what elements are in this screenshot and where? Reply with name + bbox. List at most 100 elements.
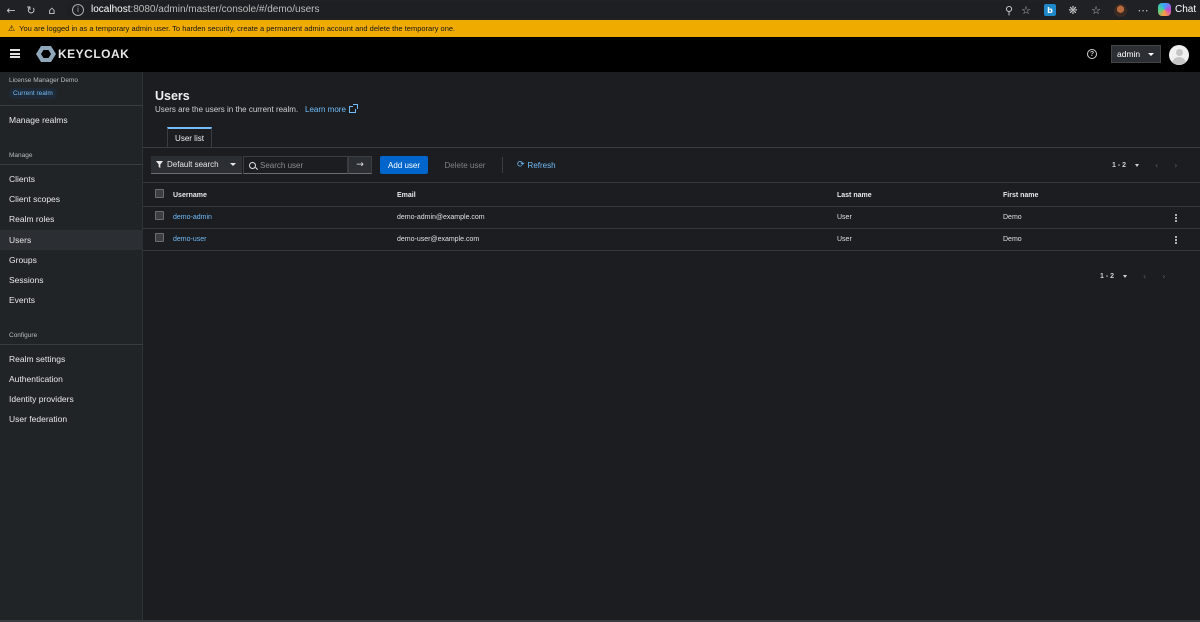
toolbar-divider — [502, 157, 503, 173]
table-header-divider — [143, 206, 1200, 207]
next-page-icon[interactable]: › — [1162, 272, 1165, 281]
table-row-divider — [143, 228, 1200, 229]
chat-label: Chat — [1175, 4, 1197, 15]
first-name-cell: Demo — [1003, 236, 1022, 243]
select-all-checkbox[interactable] — [155, 189, 164, 198]
sidebar-divider — [0, 164, 143, 165]
row-actions-kebab-icon[interactable] — [1174, 236, 1178, 245]
chevron-down-icon[interactable] — [1123, 274, 1128, 278]
sidebar-item-events[interactable]: Events — [0, 290, 143, 310]
browser-toolbar: ← ↻ ⌂ i localhost:8080/admin/master/cons… — [0, 0, 1200, 20]
sidebar-divider — [0, 344, 143, 345]
sidebar-divider — [0, 105, 143, 106]
row-actions-kebab-icon[interactable] — [1174, 214, 1178, 223]
temporary-admin-warning: ⚠ You are logged in as a temporary admin… — [0, 20, 1200, 37]
page-description: Users are the users in the current realm… — [155, 105, 299, 114]
user-menu-dropdown[interactable]: admin — [1111, 45, 1161, 63]
home-icon[interactable]: ⌂ — [41, 0, 63, 20]
masthead: KEYCLOAK ? admin — [0, 37, 1200, 72]
main-content: Users Users are the users in the current… — [143, 72, 1200, 620]
logo-text: KEYCLOAK — [58, 47, 130, 61]
username-link[interactable]: demo-admin — [173, 214, 212, 221]
sidebar-item-sessions[interactable]: Sessions — [0, 270, 143, 290]
table-row-divider — [143, 250, 1200, 251]
favorites-icon[interactable]: ☆ — [1089, 0, 1103, 20]
delete-user-button[interactable]: Delete user — [436, 156, 494, 174]
sidebar-item-user-federation[interactable]: User federation — [0, 409, 143, 429]
extensions-puzzle-icon[interactable]: ❋ — [1066, 0, 1080, 20]
row-checkbox[interactable] — [155, 233, 164, 242]
add-user-button[interactable]: Add user — [380, 156, 428, 174]
arrow-right-icon: → — [356, 160, 364, 170]
row-checkbox[interactable] — [155, 211, 164, 220]
more-icon[interactable]: ⋯ — [1136, 0, 1150, 20]
chevron-down-icon — [230, 163, 236, 166]
table-divider — [143, 182, 1200, 183]
zoom-icon[interactable]: ⚲ — [1002, 0, 1016, 20]
sidebar-item-groups[interactable]: Groups — [0, 250, 143, 270]
search-field[interactable] — [243, 156, 348, 174]
url-path: :8080/admin/master/console/#/demo/users — [130, 4, 320, 15]
back-icon[interactable]: ← — [0, 0, 22, 20]
site-info-icon[interactable]: i — [72, 3, 84, 16]
column-header-email: Email — [397, 192, 416, 199]
copilot-chat-button[interactable]: Chat — [1158, 1, 1196, 18]
sidebar-item-clients[interactable]: Clients — [0, 169, 143, 189]
email-cell: demo-user@example.com — [397, 236, 480, 243]
pagination-top: 1 - 2 ‹ › — [1112, 158, 1177, 172]
column-header-last-name: Last name — [837, 192, 872, 199]
tabs-divider — [143, 147, 1200, 148]
learn-more-label: Learn more — [305, 105, 346, 114]
user-menu-label: admin — [1117, 49, 1141, 59]
copilot-icon — [1158, 3, 1171, 16]
favorite-star-icon[interactable]: ☆ — [1019, 0, 1033, 20]
current-realm-badge: Current realm — [9, 88, 57, 99]
last-name-cell: User — [837, 236, 852, 243]
refresh-icon: ⟳ — [517, 160, 525, 170]
search-submit-button[interactable]: → — [348, 156, 372, 174]
warning-icon: ⚠ — [8, 24, 16, 33]
refresh-button[interactable]: ⟳ Refresh — [517, 156, 556, 174]
search-type-dropdown[interactable]: Default search — [151, 156, 242, 174]
reload-icon[interactable]: ↻ — [20, 0, 42, 20]
last-name-cell: User — [837, 214, 852, 221]
chevron-down-icon — [1148, 53, 1154, 56]
sidebar-item-realm-roles[interactable]: Realm roles — [0, 209, 143, 229]
first-name-cell: Demo — [1003, 214, 1022, 221]
sidebar-heading-configure: Configure — [9, 332, 38, 339]
sidebar-item-authentication[interactable]: Authentication — [0, 369, 143, 389]
sidebar: License Manager Demo Current realm Manag… — [0, 72, 143, 620]
search-input[interactable] — [260, 160, 345, 170]
url-host: localhost — [91, 4, 131, 15]
search-type-label: Default search — [167, 160, 219, 169]
sidebar-item-realm-settings[interactable]: Realm settings — [0, 349, 143, 369]
column-header-first-name: First name — [1003, 192, 1039, 199]
user-avatar[interactable] — [1169, 45, 1189, 65]
pagination-range[interactable]: 1 - 2 — [1100, 273, 1114, 280]
sidebar-item-manage-realms[interactable]: Manage realms — [0, 110, 143, 130]
tab-user-list[interactable]: User list — [167, 127, 212, 147]
warning-text: You are logged in as a temporary admin u… — [19, 24, 456, 33]
sidebar-item-identity-providers[interactable]: Identity providers — [0, 389, 143, 409]
page-title: Users — [155, 89, 190, 103]
search-icon — [249, 161, 256, 169]
address-bar[interactable]: i localhost:8080/admin/master/console/#/… — [66, 1, 1046, 18]
previous-page-icon[interactable]: ‹ — [1143, 272, 1146, 281]
learn-more-link[interactable]: Learn more — [305, 104, 358, 114]
extension-b-icon[interactable]: b — [1043, 0, 1057, 20]
sidebar-item-client-scopes[interactable]: Client scopes — [0, 189, 143, 209]
chevron-down-icon[interactable] — [1135, 163, 1140, 167]
username-link[interactable]: demo-user — [173, 236, 206, 243]
keycloak-logo-icon — [36, 46, 56, 62]
previous-page-icon[interactable]: ‹ — [1155, 161, 1158, 170]
sidebar-heading-manage: Manage — [9, 152, 33, 159]
keycloak-logo[interactable]: KEYCLOAK — [36, 46, 129, 62]
sidebar-item-users[interactable]: Users — [0, 230, 143, 250]
next-page-icon[interactable]: › — [1174, 161, 1177, 170]
filter-icon — [156, 161, 163, 168]
pagination-bottom: 1 - 2 ‹ › — [1100, 269, 1165, 283]
pagination-range[interactable]: 1 - 2 — [1112, 162, 1126, 169]
hamburger-menu-icon[interactable] — [10, 49, 20, 58]
help-icon[interactable]: ? — [1087, 49, 1097, 59]
profile-avatar[interactable] — [1113, 0, 1127, 20]
